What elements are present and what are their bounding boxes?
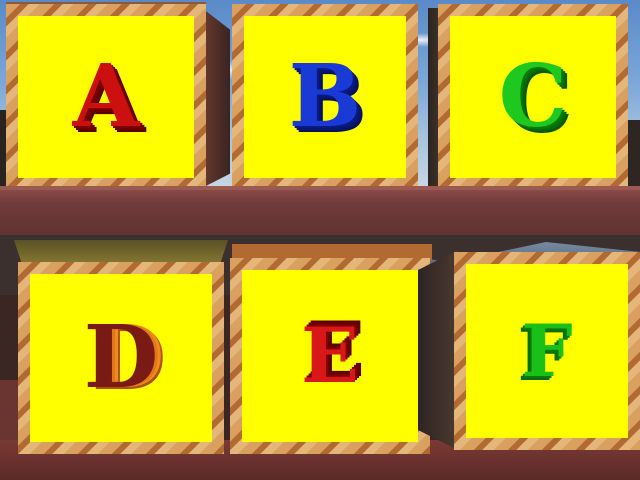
letter-d: D (83, 307, 159, 408)
block-f-side (418, 250, 458, 450)
block-b[interactable]: B (232, 2, 424, 190)
block-c[interactable]: C (428, 2, 638, 190)
shelf-plank (0, 190, 640, 238)
letter-b: B (288, 46, 362, 147)
block-f[interactable]: F (418, 240, 640, 452)
block-a[interactable]: A (6, 2, 230, 190)
block-d[interactable]: D (14, 240, 228, 454)
block-b-face: B (232, 4, 418, 190)
toy-blocks-scene: A B C D E F (0, 0, 640, 480)
letter-f: F (521, 308, 573, 393)
letter-a: A (72, 46, 140, 147)
letter-c: C (498, 46, 568, 147)
block-a-face: A (6, 4, 206, 190)
block-f-face: F (454, 252, 640, 450)
letter-e: E (301, 311, 359, 400)
block-a-side (202, 8, 230, 188)
block-d-face: D (18, 262, 224, 454)
block-c-face: C (438, 4, 628, 190)
block-e[interactable]: E (226, 244, 438, 454)
block-e-face: E (230, 258, 430, 454)
